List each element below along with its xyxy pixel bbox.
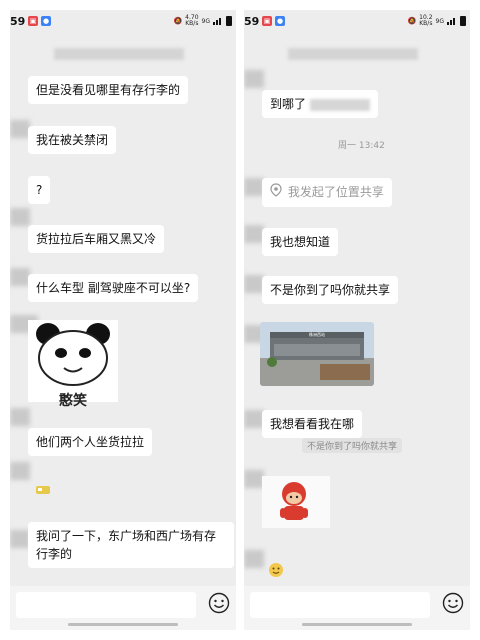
message-bubble[interactable]: 我在被关禁闭 — [28, 126, 117, 154]
signal-icon — [447, 18, 455, 25]
app-notification-icon: ● — [41, 16, 51, 26]
message-bubble[interactable]: ? — [28, 176, 51, 204]
avatar[interactable] — [10, 530, 30, 548]
station-photo[interactable]: 株洲西站 — [260, 322, 374, 386]
message-bubble[interactable]: 货拉拉后车厢又黑又冷 — [28, 225, 165, 253]
network-speed: 4.70 KB/s — [185, 14, 199, 27]
station-image: 株洲西站 — [260, 322, 374, 386]
mute-icon: 🔕 — [173, 17, 183, 25]
status-bar: 59 ▣ ● 🔕 4.70 KB/s 9G — [10, 10, 236, 34]
signal-icon — [213, 18, 221, 25]
avatar[interactable] — [244, 470, 264, 488]
chat-title-blurred — [54, 48, 184, 60]
message-timestamp: 周一 13:42 — [338, 141, 385, 151]
home-indicator — [302, 623, 412, 626]
network-type: 9G — [201, 17, 210, 25]
avatar[interactable] — [244, 410, 264, 428]
emoji-sticker-icon[interactable] — [268, 562, 284, 578]
chat-screen-right: 59 ▣ ● 🔕 10.2 KB/s 9G 到哪了 周一 13:42 我发起了位… — [244, 10, 470, 630]
avatar[interactable] — [244, 178, 264, 196]
redacted-text — [309, 98, 370, 111]
avatar[interactable] — [244, 275, 264, 293]
status-bar: 59 ▣ ● 🔕 10.2 KB/s 9G — [244, 10, 470, 34]
chat-title-blurred — [288, 48, 418, 60]
cartoon-character-icon — [262, 476, 330, 528]
avatar[interactable] — [10, 120, 30, 138]
avatar[interactable] — [244, 70, 264, 88]
battery-icon — [226, 16, 232, 26]
network-speed: 10.2 KB/s — [419, 14, 433, 27]
smiley-icon[interactable] — [442, 592, 464, 614]
message-bubble[interactable]: 什么车型 副驾驶座不可以坐? — [28, 274, 199, 302]
message-text: 到哪了 — [270, 97, 307, 111]
input-bar — [244, 586, 470, 630]
panda-face-icon — [36, 323, 110, 386]
message-input[interactable] — [16, 592, 196, 618]
app-notification-icon: ▣ — [28, 16, 38, 26]
smiley-icon[interactable] — [208, 592, 230, 614]
app-notification-icon: ● — [275, 16, 285, 26]
input-bar — [10, 586, 236, 630]
network-type: 9G — [435, 17, 444, 25]
chat-screen-left: 59 ▣ ● 🔕 4.70 KB/s 9G 但是没看见哪里有存行李的 我在被关禁… — [10, 10, 236, 630]
avatar[interactable] — [10, 462, 30, 480]
message-bubble[interactable]: 他们两个人坐货拉拉 — [28, 428, 153, 456]
emoji-sticker-icon[interactable] — [35, 484, 51, 496]
location-share-bubble[interactable]: 我发起了位置共享 — [262, 178, 392, 207]
avatar[interactable] — [10, 208, 30, 226]
status-time: 59 — [10, 15, 26, 28]
message-bubble[interactable]: 不是你到了吗你就共享 — [262, 276, 399, 304]
avatar[interactable] — [244, 550, 264, 568]
cartoon-sticker[interactable] — [262, 476, 330, 528]
avatar[interactable] — [10, 268, 30, 286]
message-bubble[interactable]: 我也想知道 — [262, 228, 339, 256]
home-indicator — [68, 623, 178, 626]
message-bubble[interactable]: 到哪了 — [262, 90, 378, 118]
quoted-message[interactable]: 不是你到了吗你就共享 — [302, 438, 403, 453]
avatar[interactable] — [10, 408, 30, 426]
mute-icon: 🔕 — [407, 17, 417, 25]
message-input[interactable] — [250, 592, 430, 618]
avatar[interactable] — [244, 225, 264, 243]
sticker-caption: 憨笑 — [59, 393, 87, 409]
battery-icon — [460, 16, 466, 26]
station-sign: 株洲西站 — [309, 331, 325, 337]
status-indicators: 🔕 10.2 KB/s 9G — [407, 15, 466, 27]
message-bubble[interactable]: 我问了一下，东广场和西广场有存行李的 — [28, 522, 234, 568]
status-time: 59 — [244, 15, 260, 28]
status-indicators: 🔕 4.70 KB/s 9G — [173, 15, 232, 27]
message-bubble[interactable]: 但是没看见哪里有存行李的 — [28, 76, 189, 104]
app-notification-icon: ▣ — [262, 16, 272, 26]
message-bubble[interactable]: 我想看看我在哪 — [262, 410, 363, 438]
location-pin-icon — [270, 183, 284, 202]
panda-sticker[interactable]: 憨笑 — [28, 320, 118, 409]
location-share-text: 我发起了位置共享 — [287, 185, 384, 199]
